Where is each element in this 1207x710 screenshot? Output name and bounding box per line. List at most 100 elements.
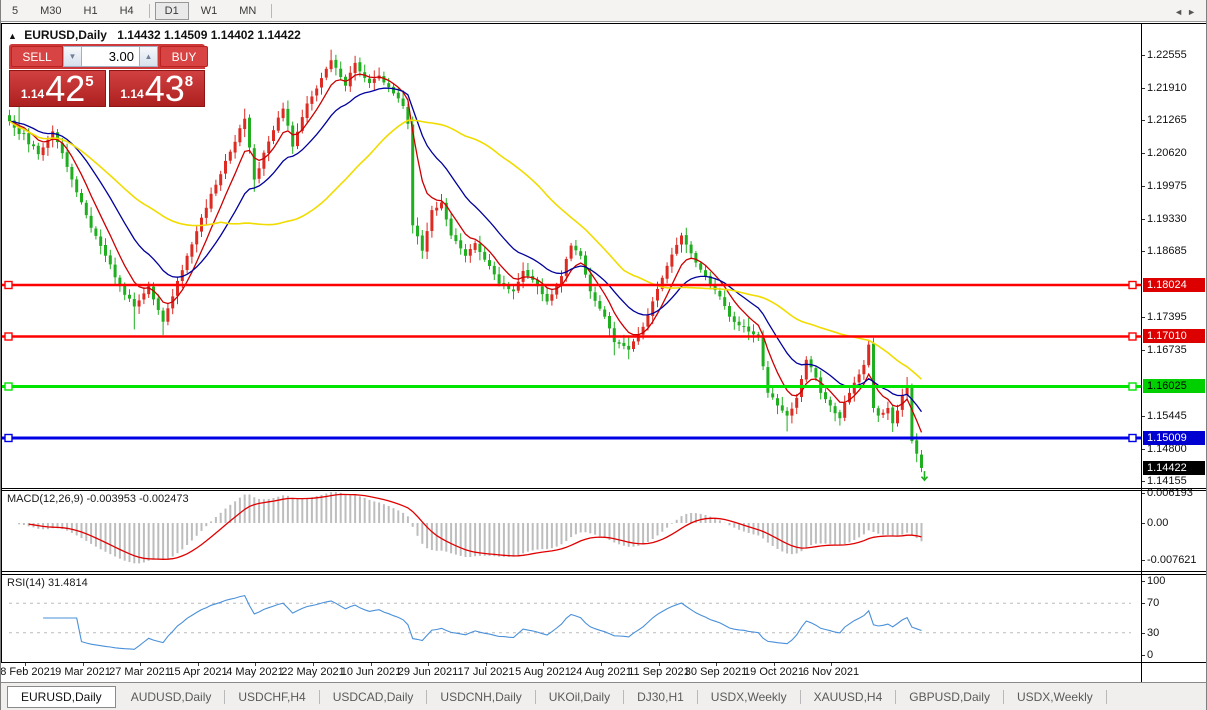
date-label: 18 Feb 2021 [0,666,56,678]
price-tick-mark [1142,416,1145,417]
symbol-tab-usdcad-daily[interactable]: USDCAD,Daily [320,687,427,707]
spinner-up-icon: ▲ [145,52,153,61]
date-label: 10 Jun 2021 [341,666,402,678]
date-label: 6 Nov 2021 [803,666,859,678]
price-tick-label: 1.21265 [1147,114,1187,127]
symbol-tab-xauusd-h4[interactable]: XAUUSD,H4 [801,687,896,707]
macd-label: MACD(12,26,9) -0.003953 -0.002473 [7,493,189,505]
one-click-trade-panel: SELL ▼ ▲ BUY 1.14 42 5 1.14 43 [9,44,205,107]
tab-scroll-arrows[interactable]: ◄► [1174,7,1200,17]
chart-bottom-border [1,488,1207,489]
rsi-axis-label: 0 [1147,649,1153,662]
symbol-tab-usdx-weekly[interactable]: USDX,Weekly [1004,687,1106,707]
macd-panel: MACD(12,26,9) -0.003953 -0.002473 [1,490,1141,571]
symbol-tabbar: EURUSD,DailyAUDUSD,DailyUSDCHF,H4USDCAD,… [1,683,1207,710]
macd-tick-mark [1142,523,1145,524]
date-label: 24 Aug 2021 [570,666,632,678]
price-tick-label: 1.18685 [1147,245,1187,258]
sell-button[interactable]: SELL [11,46,63,67]
rsi-panel: RSI(14) 31.4814 [1,574,1141,662]
sell-price-display[interactable]: 1.14 42 5 [9,70,106,107]
price-tick-mark [1142,153,1145,154]
buy-button[interactable]: BUY [160,46,208,67]
date-label: 19 Oct 2021 [744,666,804,678]
tab-scroll-left-icon[interactable]: ◄ [1174,7,1187,17]
sell-price-prefix: 1.14 [21,87,44,101]
mt4-window: 5M30H1H4D1W1MN ▲ EURUSD,Daily 1.14432 1.… [0,0,1207,710]
price-tick-mark [1142,317,1145,318]
chart-symbol-label: EURUSD,Daily [24,28,107,42]
macd-tick-mark [1142,493,1145,494]
tab-scroll-right-icon[interactable]: ► [1187,7,1200,17]
price-tick-mark [1142,350,1145,351]
timeframe-button-W1[interactable]: W1 [191,2,228,20]
spinner-down-icon: ▼ [69,52,77,61]
symbol-tab-eurusd-daily[interactable]: EURUSD,Daily [7,686,116,708]
date-label: 9 Mar 2021 [55,666,111,678]
symbol-tab-usdcnh-daily[interactable]: USDCNH,Daily [427,687,534,707]
symbol-tab-ukoil-daily[interactable]: UKOil,Daily [536,687,623,707]
timeframe-button-5[interactable]: 5 [2,2,28,20]
price-level-flag: 1.15009 [1143,431,1205,445]
price-level-flag: 1.14422 [1143,461,1205,475]
symbol-tab-audusd-daily[interactable]: AUDUSD,Daily [118,687,225,707]
timeframe-button-M30[interactable]: M30 [30,2,71,20]
rsi-axis-label: 30 [1147,627,1159,640]
main-chart-panel: ▲ EURUSD,Daily 1.14432 1.14509 1.14402 1… [1,23,1141,488]
buy-price-big-digits: 43 [145,72,185,105]
volume-increase-button[interactable]: ▲ [139,46,158,67]
price-tick-mark [1142,251,1145,252]
tab-separator [1106,690,1107,704]
price-tick-label: 1.17395 [1147,311,1187,324]
date-label: 27 Mar 2021 [109,666,171,678]
symbol-tab-gbpusd-daily[interactable]: GBPUSD,Daily [896,687,1003,707]
timeframe-button-D1[interactable]: D1 [155,2,189,20]
date-label: 22 May 2021 [281,666,345,678]
date-axis[interactable]: 18 Feb 20219 Mar 202127 Mar 202115 Apr 2… [1,663,1141,681]
timeframe-button-H1[interactable]: H1 [74,2,108,20]
chart-object-marker-icon: ▲ [8,31,17,41]
rsi-axis-label: 70 [1147,597,1159,610]
sell-price-pipette: 5 [85,73,93,90]
toolbar-divider [1,21,1207,22]
rsi-tick-mark [1142,633,1145,634]
volume-input[interactable] [82,46,139,67]
date-label: 5 Aug 2021 [515,666,571,678]
price-tick-label: 1.15445 [1147,410,1187,423]
buy-price-prefix: 1.14 [120,87,143,101]
plot-left-border [1,23,2,662]
sell-price-big-digits: 42 [45,72,85,105]
symbol-tab-dj30-h1[interactable]: DJ30,H1 [624,687,697,707]
price-tick-label: 1.22555 [1147,49,1187,62]
rsi-canvas[interactable] [1,574,1141,662]
macd-axis-label: 0.00 [1147,517,1168,530]
buy-price-display[interactable]: 1.14 43 8 [109,70,206,107]
price-tick-mark [1142,449,1145,450]
toolbar-separator [271,4,272,18]
symbol-tab-usdchf-h4[interactable]: USDCHF,H4 [225,687,318,707]
rsi-tick-mark [1142,655,1145,656]
price-tick-mark [1142,120,1145,121]
timeframe-button-H4[interactable]: H4 [110,2,144,20]
price-level-flag: 1.16025 [1143,379,1205,393]
price-tick-mark [1142,55,1145,56]
symbol-tab-usdx-weekly[interactable]: USDX,Weekly [698,687,800,707]
chart-title: ▲ EURUSD,Daily 1.14432 1.14509 1.14402 1… [8,28,301,42]
date-label: 29 Jun 2021 [398,666,459,678]
buy-price-pipette: 8 [185,73,193,90]
price-axis[interactable]: 1.225551.219101.212651.206201.199751.193… [1142,23,1207,682]
timeframe-toolbar: 5M30H1H4 D1W1MN [1,0,1207,21]
timeframe-button-MN[interactable]: MN [229,2,266,20]
price-tick-label: 1.19330 [1147,213,1187,226]
price-tick-label: 1.21910 [1147,82,1187,95]
price-tick-label: 1.16735 [1147,344,1187,357]
date-label: 4 May 2021 [226,666,283,678]
toolbar-separator [149,4,150,18]
date-label: 15 Apr 2021 [168,666,227,678]
price-tick-mark [1142,88,1145,89]
rsi-tick-mark [1142,603,1145,604]
volume-decrease-button[interactable]: ▼ [63,46,82,67]
chart-quote-ohlc: 1.14432 1.14509 1.14402 1.14422 [117,28,301,42]
rsi-tick-mark [1142,581,1145,582]
date-label: 11 Sep 2021 [628,666,690,678]
